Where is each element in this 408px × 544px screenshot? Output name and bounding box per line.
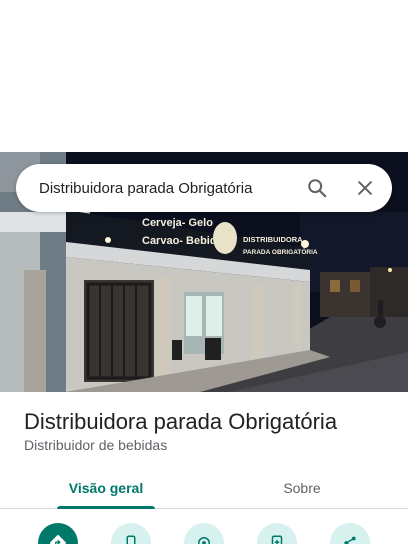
phone-icon — [126, 535, 136, 544]
search-input[interactable]: Distribuidora parada Obrigatória — [39, 180, 282, 197]
clear-search-button[interactable] — [352, 175, 378, 201]
directions-icon — [50, 535, 66, 544]
sign-brand-2: PARADA OBRIGATÓRIA — [243, 247, 318, 256]
sign-brand-1: DISTRIBUIDORA — [243, 235, 303, 244]
action-row — [0, 523, 408, 544]
share-icon — [344, 536, 356, 544]
place-title: Distribuidora parada Obrigatória — [24, 409, 338, 434]
close-icon — [358, 181, 372, 195]
call-button[interactable] — [111, 523, 151, 544]
search-bar[interactable]: Distribuidora parada Obrigatória — [16, 164, 392, 212]
search-icon — [308, 179, 327, 198]
sign-line-1: Cerveja- Gelo — [142, 217, 213, 229]
selected-tab-indicator — [57, 506, 155, 509]
tab-overview[interactable]: Visão geral — [48, 466, 164, 509]
share-button[interactable] — [330, 523, 370, 544]
tab-bar: Visão geral Sobre — [0, 466, 408, 509]
location-icon — [198, 537, 210, 544]
location-button[interactable] — [184, 523, 224, 544]
place-category: Distribuidor de bebidas — [24, 437, 168, 453]
save-to-phone-icon — [271, 535, 283, 544]
tab-about[interactable]: Sobre — [244, 466, 360, 509]
send-to-phone-button[interactable] — [257, 523, 297, 544]
directions-button[interactable] — [38, 523, 78, 544]
place-screen: Cerveja- Gelo Carvao- Bebidas DISTRIBUID… — [0, 0, 408, 544]
search-button[interactable] — [304, 175, 330, 201]
